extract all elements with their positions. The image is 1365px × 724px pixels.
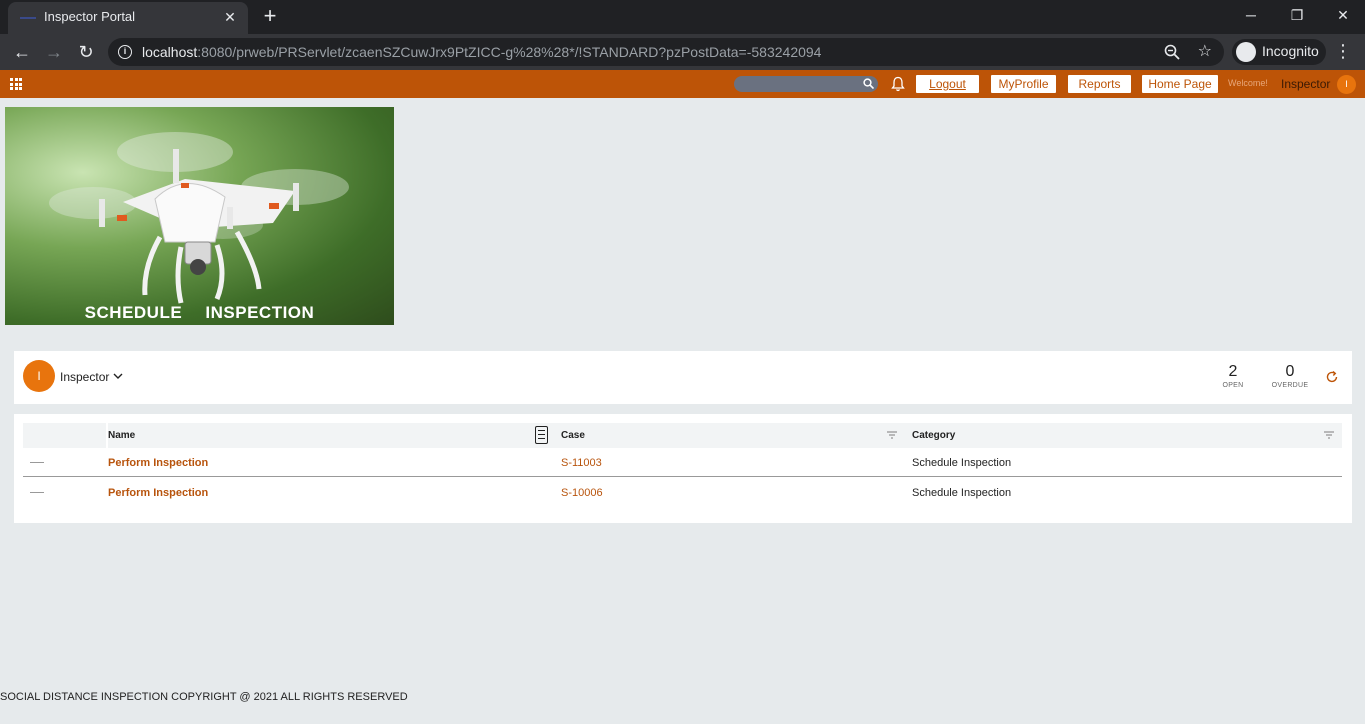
home-page-button[interactable]: Home Page [1142,75,1218,93]
notification-bell-icon[interactable] [891,76,905,92]
tab-favicon-icon [20,17,36,19]
incognito-label: Incognito [1262,43,1319,59]
restore-icon[interactable]: ❐ [1274,0,1320,32]
open-count[interactable]: 2 OPEN [1211,363,1255,389]
category-cell: Schedule Inspection [912,487,1012,499]
column-menu-icon[interactable] [535,426,548,444]
browser-tab-bar: Inspector Portal ✕ + ─ ❐ ✕ [0,0,1365,34]
incognito-badge[interactable]: Incognito [1232,39,1326,65]
drone-illustration [49,132,349,304]
incognito-icon [1236,42,1256,62]
site-info-icon[interactable]: i [118,45,132,59]
address-bar[interactable]: i localhost:8080/prweb/PRServlet/zcaenSZ… [108,38,1224,66]
reports-button[interactable]: Reports [1068,75,1131,93]
my-profile-button[interactable]: MyProfile [991,75,1056,93]
search-input[interactable] [734,76,878,92]
bookmark-star-icon[interactable]: ☆ [1198,41,1212,61]
overdue-count-number: 0 [1285,363,1295,380]
overdue-count-label: OVERDUE [1271,382,1309,389]
welcome-text: Welcome! [1228,78,1268,88]
open-count-number: 2 [1228,363,1238,380]
column-header-category[interactable]: Category [912,430,955,441]
overdue-count[interactable]: 0 OVERDUE [1268,363,1312,389]
header-user-avatar[interactable]: I [1337,75,1356,94]
worklist-avatar: I [23,360,55,392]
chevron-down-icon[interactable] [112,370,124,382]
row-indicator [30,492,44,493]
assignment-link[interactable]: Perform Inspection [108,457,208,469]
worklist-header: I Inspector 2 OPEN 0 OVERDUE [14,351,1352,404]
zoom-icon[interactable] [1164,44,1180,60]
schedule-inspection-banner[interactable]: SCHEDULE INSPECTION [5,107,394,325]
open-count-label: OPEN [1222,382,1244,389]
app-launcher-icon[interactable] [10,78,22,90]
browser-menu-icon[interactable]: ⋮ [1334,39,1352,65]
case-link[interactable]: S-10006 [561,487,603,499]
header-user-name[interactable]: Inspector [1281,77,1330,91]
case-link[interactable]: S-11003 [561,457,602,469]
table-header: Name Case Category [23,423,1342,448]
column-header-case[interactable]: Case [561,430,585,441]
browser-toolbar: ← → ↻ i localhost:8080/prweb/PRServlet/z… [0,34,1365,70]
refresh-icon[interactable] [1325,370,1339,384]
column-header-name[interactable]: Name [108,430,135,441]
tab-title: Inspector Portal [44,9,136,24]
category-cell: Schedule Inspection [912,457,1012,469]
table-row[interactable]: Perform Inspection S-11003 Schedule Insp… [23,448,1342,477]
close-window-icon[interactable]: ✕ [1320,0,1365,32]
worklist-table: Name Case Category Perform Inspection S-… [14,414,1352,523]
worklist-owner[interactable]: Inspector [60,370,109,384]
filter-icon[interactable] [1323,429,1335,441]
footer-copyright: SOCIAL DISTANCE INSPECTION COPYRIGHT @ 2… [0,691,408,703]
row-indicator [30,462,44,463]
back-icon[interactable]: ← [9,39,35,65]
url-text: localhost:8080/prweb/PRServlet/zcaenSZCu… [142,44,822,60]
search-icon[interactable] [863,78,874,89]
reload-icon[interactable]: ↻ [73,39,99,65]
app-header: Logout MyProfile Reports Home Page Welco… [0,70,1365,98]
minimize-icon[interactable]: ─ [1228,0,1274,32]
table-row[interactable]: Perform Inspection S-10006 Schedule Insp… [23,478,1342,507]
assignment-link[interactable]: Perform Inspection [108,487,208,499]
browser-tab[interactable]: Inspector Portal ✕ [8,2,248,34]
tab-close-icon[interactable]: ✕ [220,7,240,27]
forward-icon[interactable]: → [41,39,67,65]
logout-button[interactable]: Logout [916,75,979,93]
banner-caption: SCHEDULE INSPECTION [84,303,315,322]
new-tab-icon[interactable]: + [258,5,282,29]
filter-icon[interactable] [886,429,898,441]
